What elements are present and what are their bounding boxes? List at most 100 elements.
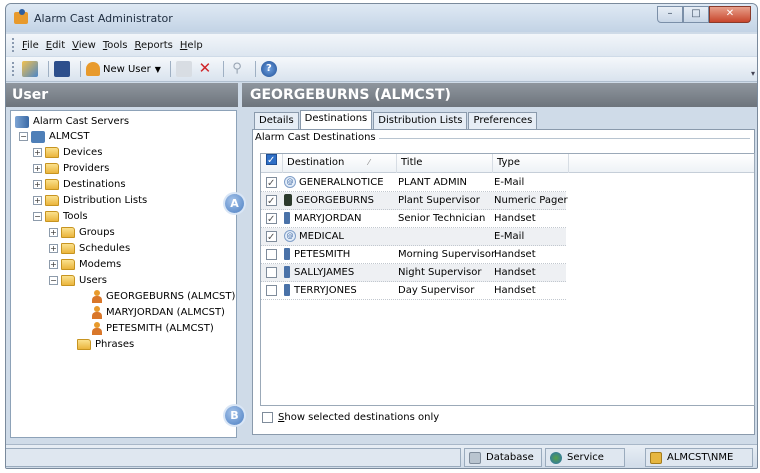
menu-edit[interactable]: Edit — [46, 40, 65, 51]
table-row[interactable]: GEORGEBURNS Plant Supervisor Numeric Pager — [261, 192, 568, 210]
maximize-button[interactable]: □ — [683, 6, 709, 23]
menu-reports[interactable]: Reports — [135, 40, 173, 51]
minimize-button[interactable]: – — [657, 6, 683, 23]
tree-node-devices[interactable]: + Devices — [33, 145, 102, 160]
new-user-button[interactable]: New User ▼ — [86, 62, 165, 76]
row-select-cell — [266, 192, 277, 210]
tree-node-server[interactable]: − ALMCST — [19, 129, 89, 144]
folder-icon — [61, 243, 75, 254]
tree-node-modems[interactable]: + Modems — [49, 257, 121, 272]
menu-grip — [12, 38, 16, 52]
expand-icon[interactable]: + — [49, 260, 58, 269]
close-button[interactable]: ✕ — [709, 6, 751, 23]
expand-icon[interactable]: + — [33, 148, 42, 157]
tree-node-users[interactable]: − Users — [49, 273, 107, 288]
table-row[interactable]: @MEDICAL E-Mail — [261, 228, 566, 246]
table-row[interactable]: SALLYJAMES Night Supervisor Handset — [261, 264, 566, 282]
expand-icon[interactable]: + — [33, 164, 42, 173]
tab-distribution-lists[interactable]: Distribution Lists — [373, 112, 468, 129]
column-title[interactable]: Title — [397, 154, 493, 173]
save-icon[interactable] — [54, 61, 70, 77]
row-checkbox[interactable] — [266, 285, 277, 296]
tree-node-tools[interactable]: − Tools — [33, 209, 88, 224]
destination-cell: @ GENERALNOTICE — [284, 174, 384, 191]
delete-icon[interactable]: ✕ — [197, 61, 213, 77]
menu-help[interactable]: Help — [180, 40, 203, 51]
menu-file[interactable]: File — [22, 40, 39, 51]
tab-details[interactable]: Details — [254, 112, 299, 129]
show-selected-option[interactable]: Show selected destinations only — [262, 412, 439, 423]
tree-node-root[interactable]: Alarm Cast Servers — [15, 114, 129, 129]
folder-icon — [61, 259, 75, 270]
expand-icon[interactable]: + — [33, 180, 42, 189]
tree-node-distribution-lists[interactable]: + Distribution Lists — [33, 193, 147, 208]
title-cell: Night Supervisor — [398, 267, 482, 278]
collapse-icon[interactable]: − — [19, 132, 28, 141]
column-destination[interactable]: Destination ⁄ — [283, 154, 397, 173]
tab-preferences[interactable]: Preferences — [468, 112, 538, 129]
row-checkbox[interactable] — [266, 193, 277, 210]
status-bar: Database Service ALMCST\NME — [6, 444, 757, 468]
help-icon[interactable]: ? — [260, 61, 277, 77]
refresh-icon[interactable] — [22, 61, 38, 77]
show-selected-label: Show selected destinations only — [278, 412, 440, 423]
collapse-icon[interactable]: − — [33, 212, 42, 221]
title-cell: PLANT ADMIN — [398, 177, 468, 188]
collapse-icon[interactable]: − — [49, 276, 58, 285]
row-select-cell — [266, 246, 277, 263]
edit-icon[interactable] — [175, 61, 192, 77]
expand-icon[interactable]: + — [49, 228, 58, 237]
show-selected-checkbox[interactable] — [262, 412, 273, 423]
tree-node-user-georgeburns[interactable]: GEORGEBURNS (ALMCST) — [91, 289, 235, 304]
folder-icon — [45, 179, 59, 190]
type-cell: Handset — [494, 285, 536, 296]
search-icon[interactable]: ⚲ — [229, 61, 245, 77]
row-select-cell — [266, 282, 277, 299]
table-row[interactable]: @GENERALNOTICE PLANT ADMIN E-Mail — [261, 174, 566, 192]
row-checkbox[interactable] — [266, 267, 277, 278]
chevron-down-icon[interactable]: ▼ — [155, 65, 161, 74]
tree-node-label: Alarm Cast Servers — [33, 116, 130, 127]
expand-icon[interactable]: + — [33, 196, 42, 205]
expand-icon[interactable]: + — [49, 244, 58, 253]
destination-cell: TERRYJONES — [284, 282, 357, 299]
callout-a: A — [225, 194, 244, 213]
callout-b: B — [225, 406, 244, 425]
row-select-cell — [266, 210, 277, 228]
column-type[interactable]: Type — [493, 154, 569, 173]
menu-tools[interactable]: Tools — [103, 40, 128, 51]
table-row[interactable]: PETESMITH Morning Supervisor Handset — [261, 246, 566, 264]
table-row[interactable]: TERRYJONES Day Supervisor Handset — [261, 282, 566, 300]
tree-node-label: Devices — [63, 147, 103, 158]
email-icon: @ — [284, 230, 296, 242]
table-row[interactable]: MARYJORDAN Senior Technician Handset — [261, 210, 566, 228]
folder-icon — [45, 163, 59, 174]
select-all-checkbox[interactable] — [261, 152, 283, 173]
column-label: Destination — [287, 157, 345, 168]
tree-node-label: Tools — [63, 211, 88, 222]
status-service: Service — [545, 448, 625, 467]
row-checkbox[interactable] — [266, 211, 277, 228]
destination-cell: @ MEDICAL — [284, 228, 344, 245]
row-checkbox[interactable] — [266, 249, 277, 260]
tree-node-user-maryjordan[interactable]: MARYJORDAN (ALMCST) — [91, 305, 225, 320]
toolbar-separator — [48, 61, 49, 77]
detail-pane-header: GEORGEBURNS (ALMCST) — [242, 83, 757, 107]
menu-view[interactable]: View — [72, 40, 96, 51]
email-icon: @ — [284, 176, 296, 188]
row-checkbox[interactable] — [266, 229, 277, 246]
status-panel-empty — [6, 448, 461, 467]
tree-node-schedules[interactable]: + Schedules — [49, 241, 130, 256]
tab-destinations[interactable]: Destinations — [299, 110, 373, 129]
tree-node-phrases[interactable]: Phrases — [77, 337, 134, 352]
row-checkbox[interactable] — [266, 175, 277, 192]
tree-node-destinations[interactable]: + Destinations — [33, 177, 126, 192]
tree-node-providers[interactable]: + Providers — [33, 161, 109, 176]
tree-node-label: GEORGEBURNS (ALMCST) — [106, 291, 236, 302]
tree-node-label: ALMCST — [49, 131, 90, 142]
tree-node-user-petesmith[interactable]: PETESMITH (ALMCST) — [91, 321, 214, 336]
handset-icon — [284, 266, 290, 278]
type-cell: E-Mail — [494, 231, 525, 242]
tree-node-groups[interactable]: + Groups — [49, 225, 115, 240]
toolbar-overflow-icon[interactable]: ▾ — [751, 69, 755, 78]
